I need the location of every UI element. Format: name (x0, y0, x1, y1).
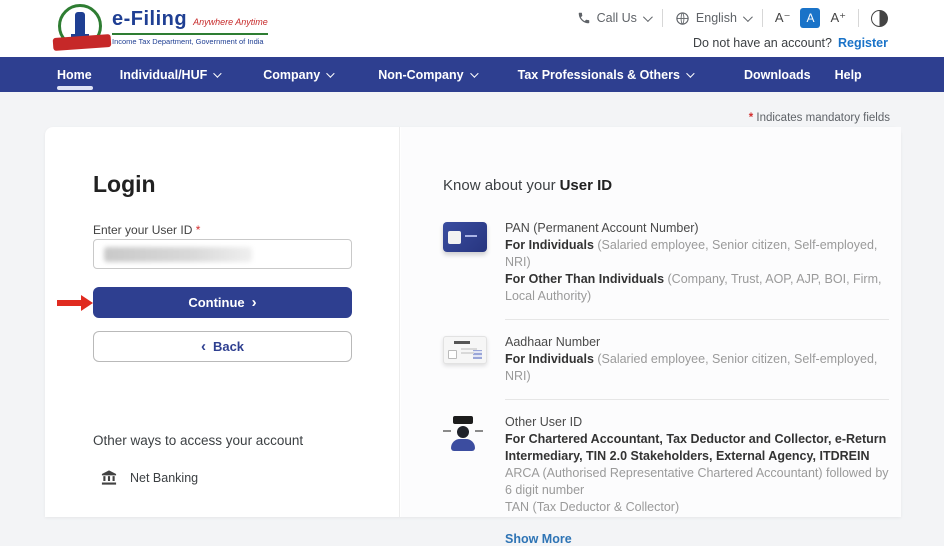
globe-icon (675, 11, 690, 26)
list-item-aadhaar: Aadhaar Number For Individuals (Salaried… (443, 334, 889, 385)
call-us-label: Call Us (597, 11, 637, 25)
font-normal-button[interactable]: A (800, 8, 820, 28)
aadhaar-title: Aadhaar Number (505, 334, 889, 351)
chevron-down-icon (326, 69, 334, 77)
red-arrow-annotation (57, 295, 93, 311)
mandatory-fields-note: * Indicates mandatory fields (749, 112, 890, 124)
bank-icon (100, 469, 118, 486)
other-user-id-title: Other User ID (505, 414, 889, 431)
pan-title: PAN (Permanent Account Number) (505, 220, 889, 237)
chevron-down-icon (643, 12, 653, 22)
aadhaar-card-icon (443, 336, 487, 364)
top-header: e-Filing Anywhere Anytime Income Tax Dep… (0, 0, 944, 57)
govt-emblem-icon (58, 4, 102, 48)
language-label: English (696, 11, 737, 25)
nav-tax-professionals[interactable]: Tax Professionals & Others (518, 57, 692, 92)
net-banking-option[interactable]: Net Banking (100, 469, 198, 486)
brand-tagline: Anywhere Anytime (193, 17, 268, 27)
other-ways-heading: Other ways to access your account (93, 433, 303, 448)
brand-subtitle: Income Tax Department, Government of Ind… (112, 37, 268, 46)
login-panel: Login Enter your User ID * Continue › ‹ … (45, 127, 400, 517)
nav-individual-huf[interactable]: Individual/HUF (120, 57, 220, 92)
register-link[interactable]: Register (838, 36, 888, 50)
continue-button[interactable]: Continue › (93, 287, 352, 318)
user-id-label: Enter your User ID * (93, 223, 200, 237)
know-title: Know about yourUser ID (443, 177, 889, 194)
user-id-input[interactable] (93, 239, 352, 269)
chevron-right-icon: › (252, 294, 257, 311)
brand-name: e-Filing (112, 8, 187, 31)
contrast-toggle-icon[interactable] (871, 10, 888, 27)
nav-company[interactable]: Company (263, 57, 332, 92)
login-card: Login Enter your User ID * Continue › ‹ … (45, 127, 901, 517)
registered-user-icon (443, 416, 483, 456)
back-button[interactable]: ‹ Back (93, 331, 352, 362)
divider (505, 319, 889, 320)
account-prompt: Do not have an account? (693, 36, 832, 50)
nav-home[interactable]: Home (57, 57, 92, 92)
pan-card-icon (443, 222, 487, 252)
chevron-down-icon (213, 69, 221, 77)
brand-logo: e-Filing Anywhere Anytime Income Tax Dep… (58, 4, 268, 48)
redacted-user-id (104, 247, 252, 262)
net-banking-label: Net Banking (130, 471, 198, 485)
phone-icon (577, 11, 591, 25)
nav-non-company[interactable]: Non-Company (378, 57, 475, 92)
login-title: Login (93, 171, 156, 198)
chevron-down-icon (743, 12, 753, 22)
font-decrease-button[interactable]: A⁻ (775, 10, 791, 26)
chevron-down-icon (686, 69, 694, 77)
chevron-down-icon (470, 69, 478, 77)
language-menu[interactable]: English (675, 11, 750, 26)
font-increase-button[interactable]: A⁺ (830, 10, 846, 26)
know-panel: Know about yourUser ID PAN (Permanent Ac… (401, 127, 901, 517)
list-item-pan: PAN (Permanent Account Number) For Indiv… (443, 220, 889, 305)
list-item-other-user-id: Other User ID For Chartered Accountant, … (443, 414, 889, 516)
call-us-menu[interactable]: Call Us (577, 11, 650, 25)
main-nav: Home Individual/HUF Company Non-Company … (0, 57, 944, 92)
show-more-link[interactable]: Show More (505, 532, 889, 546)
nav-help[interactable]: Help (835, 57, 862, 92)
nav-downloads[interactable]: Downloads (744, 57, 811, 92)
chevron-left-icon: ‹ (201, 338, 206, 355)
divider (505, 399, 889, 400)
